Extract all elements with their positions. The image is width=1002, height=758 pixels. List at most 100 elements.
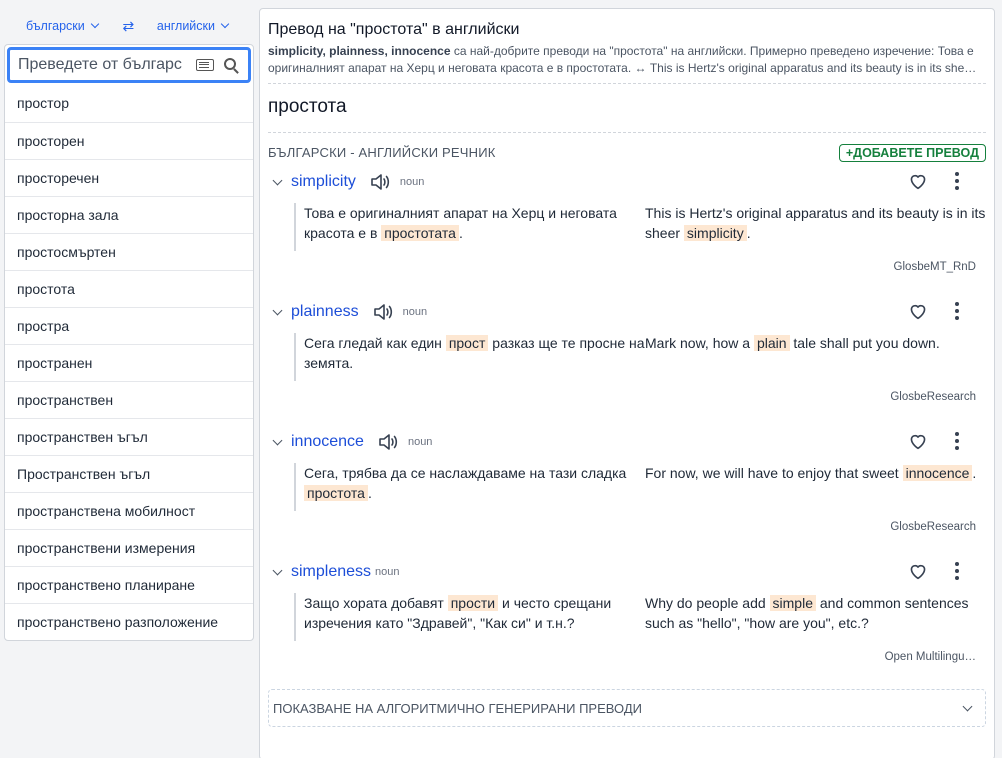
example-text: Why do people add bbox=[645, 595, 770, 611]
part-of-speech: noun bbox=[375, 566, 400, 578]
example-source: Сега, трябва да се наслаждаваме на тази … bbox=[304, 463, 645, 511]
chevron-down-icon[interactable] bbox=[272, 565, 283, 575]
part-of-speech: noun bbox=[402, 306, 428, 318]
example-pair: Това е оригиналният апарат на Херц и нег… bbox=[294, 203, 986, 251]
example-text: Сега гледай как един bbox=[304, 335, 446, 351]
example-text: . bbox=[746, 225, 751, 241]
example-pair: Сега гледай как един прост разказ ще те … bbox=[294, 333, 986, 381]
search-icon[interactable] bbox=[224, 57, 236, 70]
dictionary-header: БЪЛГАРСКИ - АНГЛИЙСКИ РЕЧНИК +ДОБАВЕТЕ П… bbox=[268, 132, 986, 162]
example-highlight: simple bbox=[769, 595, 816, 611]
translation-entry: plainness noun Сега гледай как един прост … bbox=[268, 292, 986, 422]
word-list-item[interactable]: Пространствен ъгъл bbox=[5, 455, 253, 492]
page-title: Превод на "простота" в английски bbox=[268, 21, 520, 38]
headword: простота bbox=[268, 96, 347, 117]
example-text: . bbox=[367, 485, 372, 501]
chevron-down-icon[interactable] bbox=[272, 175, 283, 185]
example-highlight: plain bbox=[753, 335, 790, 351]
word-list-item[interactable]: просторечен bbox=[5, 159, 253, 196]
heart-icon[interactable] bbox=[908, 432, 928, 453]
more-vert-icon[interactable] bbox=[952, 302, 962, 320]
speaker-icon[interactable] bbox=[370, 173, 390, 191]
word-list-item[interactable]: простосмъртен bbox=[5, 233, 253, 270]
word-list-item[interactable]: просторна зала bbox=[5, 196, 253, 233]
word-list-item[interactable]: пространствена мобилност bbox=[5, 492, 253, 529]
translation-entry: innocence noun Сега, трябва да се наслажда… bbox=[268, 422, 986, 552]
more-vert-icon[interactable] bbox=[952, 562, 962, 580]
heart-icon[interactable] bbox=[908, 302, 928, 323]
example-target: For now, we will have to enjoy that swee… bbox=[645, 463, 986, 511]
translation-term[interactable]: simpleness bbox=[291, 563, 371, 581]
search-input[interactable] bbox=[18, 56, 192, 74]
left-panel: български ⇄ английски просторпросторенпр… bbox=[4, 8, 254, 641]
example-text: For now, we will have to enjoy that swee… bbox=[645, 465, 903, 481]
example-highlight: simplicity bbox=[683, 225, 747, 241]
target-language-label: английски bbox=[156, 19, 215, 33]
word-list-item[interactable]: пространствено планиране bbox=[5, 566, 253, 603]
algorithmic-translations-label: ПОКАЗВАНЕ НА АЛГОРИТМИЧНО ГЕНЕРИРАНИ ПРЕ… bbox=[273, 700, 642, 716]
example-pair: Сега, трябва да се наслаждаваме на тази … bbox=[294, 463, 986, 511]
target-language-select[interactable]: английски bbox=[156, 19, 230, 33]
example-highlight: прост bbox=[445, 335, 489, 351]
word-list-item[interactable]: пространствен bbox=[5, 381, 253, 418]
example-source-label: Open Multilingu… bbox=[884, 651, 976, 663]
example-source-label: GlosbeResearch bbox=[890, 521, 976, 533]
speaker-icon[interactable] bbox=[378, 433, 398, 451]
word-list-item[interactable]: простра bbox=[5, 307, 253, 344]
word-list-item[interactable]: пространствено разположение bbox=[5, 603, 253, 640]
part-of-speech: noun bbox=[407, 436, 433, 448]
translation-entries: simplicity noun Това е оригиналният апарат… bbox=[268, 162, 986, 682]
algorithmic-translations-toggle[interactable]: ПОКАЗВАНЕ НА АЛГОРИТМИЧНО ГЕНЕРИРАНИ ПРЕ… bbox=[268, 689, 986, 727]
translation-term[interactable]: plainness bbox=[291, 303, 359, 321]
example-target: This is Hertz's original apparatus and i… bbox=[645, 203, 986, 251]
example-pair: Защо хората добавят прости и често среща… bbox=[294, 593, 986, 641]
example-target: Why do people add simple and common sent… bbox=[645, 593, 986, 641]
example-source: Защо хората добавят прости и често среща… bbox=[304, 593, 645, 641]
word-list-item[interactable]: пространствен ъгъл bbox=[5, 418, 253, 455]
source-language-select[interactable]: български bbox=[26, 19, 99, 33]
dictionary-label: БЪЛГАРСКИ - АНГЛИЙСКИ РЕЧНИК bbox=[268, 145, 496, 160]
chevron-down-icon bbox=[90, 19, 99, 29]
entry-header: plainness noun bbox=[268, 292, 986, 332]
chevron-down-icon bbox=[962, 701, 973, 711]
example-highlight: innocence bbox=[902, 465, 973, 481]
chevron-down-icon[interactable] bbox=[272, 305, 283, 315]
example-source-label: GlosbeMT_RnD bbox=[893, 261, 976, 273]
speaker-icon[interactable] bbox=[373, 303, 393, 321]
translation-term[interactable]: innocence bbox=[291, 433, 364, 451]
word-list-item[interactable]: пространствени измерения bbox=[5, 529, 253, 566]
word-list: простор просторен просторечен просторна зал… bbox=[5, 85, 253, 640]
word-list-item[interactable]: просторен bbox=[5, 122, 253, 159]
example-source: Това е оригиналният апарат на Херц и нег… bbox=[304, 203, 645, 251]
example-text: . bbox=[972, 465, 977, 481]
keyboard-icon[interactable] bbox=[196, 59, 214, 71]
example-text: tale shall put you down. bbox=[789, 335, 940, 351]
translation-summary: simplicity, plainness, innocence са най-… bbox=[268, 43, 986, 77]
add-translation-button[interactable]: +ДОБАВЕТЕ ПРЕВОД bbox=[838, 143, 986, 162]
swap-languages-icon[interactable]: ⇄ bbox=[122, 18, 134, 35]
translation-entry: simplicity noun Това е оригиналният апарат… bbox=[268, 162, 986, 292]
example-target: Mark now, how a plain tale shall put you… bbox=[645, 333, 986, 381]
chevron-down-icon[interactable] bbox=[272, 435, 283, 445]
word-list-item[interactable]: пространен bbox=[5, 344, 253, 381]
example-highlight: простотата bbox=[381, 225, 459, 241]
heart-icon[interactable] bbox=[908, 562, 928, 583]
more-vert-icon[interactable] bbox=[952, 432, 962, 450]
summary-top-translations: simplicity, plainness, innocence bbox=[268, 44, 451, 58]
example-source: Сега гледай как един прост разказ ще те … bbox=[304, 333, 645, 381]
translation-entry: simpleness noun Защо хората добавят прости… bbox=[268, 552, 986, 682]
word-list-item[interactable]: простор bbox=[5, 85, 253, 122]
entry-header: innocence noun bbox=[268, 422, 986, 462]
example-text: Защо хората добавят bbox=[304, 595, 448, 611]
more-vert-icon[interactable] bbox=[952, 172, 962, 190]
language-bar: български ⇄ английски bbox=[4, 8, 254, 44]
entry-header: simpleness noun bbox=[268, 552, 986, 592]
chevron-down-icon bbox=[220, 19, 230, 29]
translation-term[interactable]: simplicity bbox=[291, 173, 356, 191]
entry-header: simplicity noun bbox=[268, 162, 986, 202]
example-highlight: простота bbox=[304, 485, 368, 501]
heart-icon[interactable] bbox=[908, 172, 928, 193]
source-language-label: български bbox=[26, 19, 85, 33]
word-list-item[interactable]: простота bbox=[5, 270, 253, 307]
example-text: Mark now, how a bbox=[645, 335, 754, 351]
